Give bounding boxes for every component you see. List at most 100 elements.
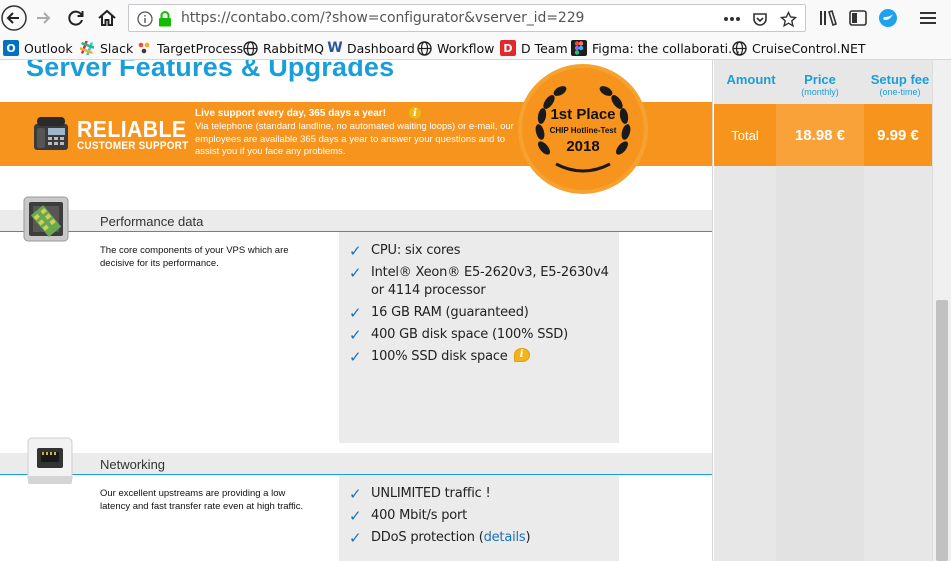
price-column-header: Price (monthly) [784, 72, 856, 97]
bookmark-outlook[interactable]: O Outlook [3, 39, 73, 57]
reload-button[interactable] [62, 4, 90, 32]
globe-icon [242, 40, 258, 56]
forward-button[interactable] [30, 4, 58, 32]
award-badge: 1st Place CHIP Hotline-Test 2018 [518, 64, 648, 194]
bookmark-label: Dashboard [347, 40, 415, 56]
customer-support-label: CUSTOMER SUPPORT [77, 140, 189, 152]
page-viewport: Server Features & Upgrades RELIABLE CUST… [0, 60, 951, 561]
checkmark-icon: ✓ [349, 529, 362, 547]
feature-text: CPU: six cores [371, 243, 461, 258]
menu-button[interactable] [914, 4, 942, 32]
reload-icon [68, 10, 84, 26]
feature-item: ✓ 100% SSD disk space i [347, 348, 615, 366]
page-actions-icon[interactable] [723, 10, 741, 28]
bookmark-cruisecontrol[interactable]: CruiseControl.NET [731, 39, 866, 57]
telephone-icon [34, 117, 68, 150]
feature-text: 400 Mbit/s port [371, 508, 468, 523]
award-year: 2018 [566, 138, 600, 155]
feature-item: ✓ 400 GB disk space (100% SSD) [347, 326, 615, 344]
network-port-icon [27, 437, 73, 484]
lock-icon[interactable] [156, 10, 174, 28]
checkmark-icon: ✓ [349, 242, 362, 260]
bookmark-rabbitmq[interactable]: RabbitMQ [242, 39, 324, 57]
setup-header-label: Setup fee [870, 72, 930, 87]
bookmark-d-team[interactable]: D D Team [500, 39, 568, 57]
feature-item: ✓ Intel® Xeon® E5-2620v3, E5-2630v4 or 41… [347, 264, 615, 300]
w-icon: W [327, 40, 343, 56]
pocket-icon[interactable] [751, 10, 769, 28]
bookmark-label: Figma: the collaborati... [592, 40, 740, 56]
checkmark-icon: ✓ [349, 485, 362, 503]
section-description: Our excellent upstreams are providing a … [100, 488, 304, 512]
page-title: Server Features & Upgrades [26, 60, 395, 82]
checkmark-icon: ✓ [349, 264, 362, 282]
section-title: Networking [100, 457, 166, 472]
url-text[interactable]: https://contabo.com/?show=configurator&v… [181, 10, 584, 26]
feature-item: ✓ DDoS protection (details) [347, 529, 615, 547]
reliable-label: RELIABLE [77, 116, 187, 142]
feature-item: ✓ 16 GB RAM (guaranteed) [347, 304, 615, 322]
scrollbar-thumb[interactable] [936, 300, 948, 561]
amount-column-header: Amount [726, 72, 776, 87]
hamburger-icon [920, 12, 936, 24]
feature-text-suffix: ) [525, 530, 531, 545]
bookmark-star-icon[interactable] [779, 10, 797, 28]
bookmark-figma[interactable]: Figma: the collaborati... [571, 39, 740, 57]
feature-text: 100% SSD disk space [371, 349, 508, 364]
price-column-band [776, 166, 864, 561]
figma-icon [571, 40, 587, 56]
section-title: Performance data [100, 214, 204, 229]
library-icon [820, 9, 837, 27]
info-bubble-icon[interactable]: i [408, 106, 422, 120]
info-bubble-icon[interactable]: i [513, 348, 530, 362]
bookmarks-bar: O Outlook Slack TargetProcess RabbitMQ W… [0, 36, 951, 60]
checkmark-icon: ✓ [349, 348, 362, 366]
ddos-details-link[interactable]: details [484, 530, 526, 545]
summary-body [714, 166, 932, 561]
total-row: Total 18.98 € 9.99 € [714, 104, 932, 166]
bookmark-workflow[interactable]: Workflow [416, 39, 494, 57]
feature-text: Intel® Xeon® E5-2620v3, E5-2630v4 or 411… [371, 265, 609, 298]
feature-item: ✓ 400 Mbit/s port [347, 507, 615, 525]
outlook-icon: O [3, 40, 19, 56]
feature-item: ✓ UNLIMITED traffic ! [347, 485, 615, 503]
price-summary-panel: Amount Price (monthly) Setup fee (one-ti… [714, 60, 951, 561]
feature-text: 400 GB disk space (100% SSD) [371, 327, 568, 342]
feature-item: ✓ CPU: six cores [347, 242, 615, 260]
feature-text: 16 GB RAM (guaranteed) [371, 305, 529, 320]
sidebar-button[interactable] [844, 4, 872, 32]
section-header-performance: Performance data [0, 210, 712, 232]
bookmark-label: Slack [100, 40, 134, 56]
total-label: Total [731, 127, 759, 143]
back-button[interactable] [0, 4, 28, 32]
bookmark-label: CruiseControl.NET [752, 40, 866, 56]
home-button[interactable] [93, 4, 121, 32]
setup-header-sub: (one-time) [879, 87, 921, 97]
support-text: Via telephone (standard landline, no aut… [195, 121, 514, 157]
sidebar-icon [849, 10, 867, 26]
library-button[interactable] [814, 4, 842, 32]
feature-text: DDoS protection ( [371, 530, 484, 545]
globe-icon [416, 40, 432, 56]
support-title: Live support every day, 365 days a year! [195, 108, 387, 119]
checkmark-icon: ✓ [349, 507, 362, 525]
bookmark-dashboard[interactable]: W Dashboard [327, 39, 415, 57]
feature-text: UNLIMITED traffic ! [371, 486, 491, 501]
bookmark-targetprocess[interactable]: TargetProcess [136, 39, 243, 57]
feature-list: ✓ UNLIMITED traffic ! ✓ 400 Mbit/s port ✓ D… [347, 485, 615, 551]
award-subtitle: CHIP Hotline-Test [549, 126, 617, 135]
total-price: 18.98 € [776, 104, 864, 166]
total-setup-fee: 9.99 € [877, 126, 919, 144]
d-icon: D [500, 40, 516, 56]
address-bar[interactable]: https://contabo.com/?show=configurator&v… [128, 4, 806, 32]
page-scrollbar[interactable] [932, 60, 951, 561]
summary-header: Amount Price (monthly) Setup fee (one-ti… [714, 60, 932, 104]
price-header-label: Price [804, 72, 836, 87]
setup-fee-column-header: Setup fee (one-time) [864, 72, 936, 97]
info-icon[interactable] [136, 10, 154, 28]
feature-box-performance: ✓ CPU: six cores ✓ Intel® Xeon® E5-2620v3,… [339, 232, 619, 443]
extension-button[interactable] [874, 4, 902, 32]
feature-box-networking: ✓ UNLIMITED traffic ! ✓ 400 Mbit/s port ✓ D… [339, 475, 619, 561]
bookmark-slack[interactable]: Slack [79, 39, 133, 57]
bookmark-label: Workflow [437, 40, 495, 56]
